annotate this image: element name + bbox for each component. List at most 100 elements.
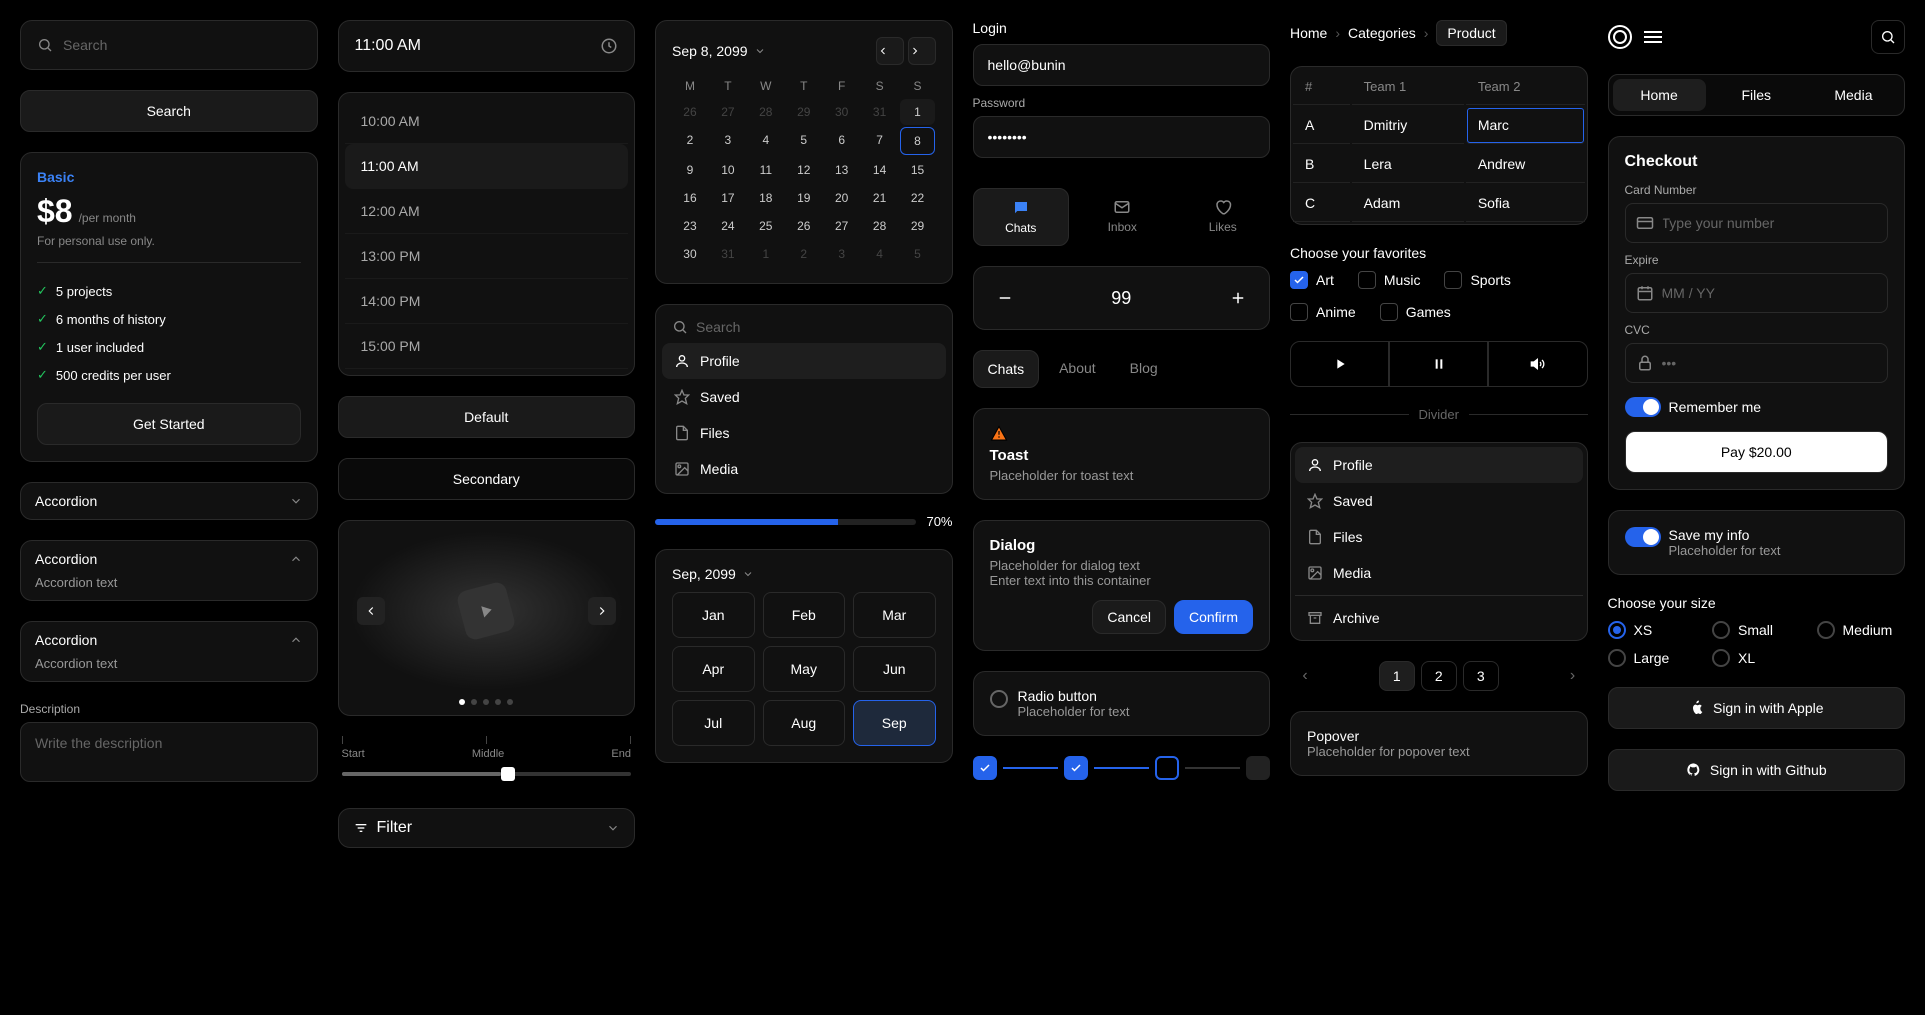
accordion-item[interactable]: Accordion bbox=[20, 482, 318, 520]
calendar-day[interactable]: 30 bbox=[672, 241, 708, 267]
calendar-day[interactable]: 31 bbox=[862, 99, 898, 125]
time-slot[interactable]: 14:00 PM bbox=[345, 279, 629, 324]
size-option[interactable]: Small bbox=[1712, 621, 1801, 639]
month-picker-label[interactable]: Sep, 2099 bbox=[672, 566, 936, 582]
calendar-day[interactable]: 28 bbox=[748, 99, 784, 125]
menu-item-archive[interactable]: Archive bbox=[1295, 600, 1583, 636]
calendar-day[interactable]: 2 bbox=[786, 241, 822, 267]
calendar-month-select[interactable]: Sep 8, 2099 bbox=[672, 43, 766, 59]
month-option[interactable]: Mar bbox=[853, 592, 936, 638]
calendar-day[interactable]: 23 bbox=[672, 213, 708, 239]
description-textarea[interactable] bbox=[20, 722, 318, 782]
calendar-day[interactable]: 10 bbox=[710, 157, 746, 183]
calendar-day[interactable]: 28 bbox=[862, 213, 898, 239]
menu-item-saved[interactable]: Saved bbox=[1295, 483, 1583, 519]
checkbox-option[interactable]: Anime bbox=[1290, 303, 1356, 321]
hamburger-icon[interactable] bbox=[1644, 31, 1662, 43]
calendar-day[interactable]: 14 bbox=[862, 157, 898, 183]
calendar-day[interactable]: 5 bbox=[900, 241, 936, 267]
calendar-day[interactable]: 31 bbox=[710, 241, 746, 267]
time-input[interactable]: 11:00 AM bbox=[338, 20, 636, 72]
slider-handle[interactable] bbox=[501, 767, 515, 781]
size-option[interactable]: XS bbox=[1608, 621, 1697, 639]
accordion-item[interactable]: Accordion Accordion text bbox=[20, 621, 318, 682]
calendar-prev[interactable] bbox=[876, 37, 904, 65]
month-option[interactable]: Jan bbox=[672, 592, 755, 638]
play-icon[interactable] bbox=[456, 580, 517, 641]
page-button[interactable]: 3 bbox=[1463, 661, 1499, 691]
radio-input[interactable] bbox=[1712, 649, 1730, 667]
carousel-prev[interactable] bbox=[357, 597, 385, 625]
volume-button[interactable] bbox=[1488, 341, 1587, 387]
menu-item-profile[interactable]: Profile bbox=[1295, 447, 1583, 483]
stepper-increase[interactable] bbox=[1223, 283, 1253, 313]
slider[interactable]: Start Middle End bbox=[338, 736, 636, 788]
radio-input[interactable] bbox=[990, 690, 1008, 708]
segment-home[interactable]: Home bbox=[1613, 79, 1706, 111]
table-row[interactable]: CAdamSofia bbox=[1293, 185, 1585, 222]
menu-item-files[interactable]: Files bbox=[662, 415, 946, 451]
size-option[interactable]: Large bbox=[1608, 649, 1697, 667]
month-option[interactable]: Jul bbox=[672, 700, 755, 746]
pagination-next[interactable]: › bbox=[1558, 661, 1588, 691]
calendar-day[interactable]: 4 bbox=[862, 241, 898, 267]
page-button[interactable]: 1 bbox=[1379, 661, 1415, 691]
calendar-day[interactable]: 1 bbox=[748, 241, 784, 267]
calendar-day[interactable]: 18 bbox=[748, 185, 784, 211]
size-option[interactable]: XL bbox=[1712, 649, 1801, 667]
month-option[interactable]: Aug bbox=[763, 700, 846, 746]
default-button[interactable]: Default bbox=[338, 396, 636, 438]
time-slot[interactable]: 13:00 PM bbox=[345, 234, 629, 279]
radio-input[interactable] bbox=[1608, 621, 1626, 639]
menu-item-media[interactable]: Media bbox=[662, 451, 946, 487]
calendar-day[interactable]: 29 bbox=[900, 213, 936, 239]
page-button[interactable]: 2 bbox=[1421, 661, 1457, 691]
email-input[interactable] bbox=[973, 44, 1271, 86]
filter-button[interactable]: Filter bbox=[338, 808, 636, 848]
checkbox-input[interactable] bbox=[1358, 271, 1376, 289]
tab-chats-pill[interactable]: Chats bbox=[973, 350, 1040, 388]
calendar-day[interactable]: 27 bbox=[824, 213, 860, 239]
calendar-day[interactable]: 1 bbox=[900, 99, 936, 125]
calendar-day[interactable]: 2 bbox=[672, 127, 708, 155]
calendar-next[interactable] bbox=[908, 37, 936, 65]
radio-input[interactable] bbox=[1712, 621, 1730, 639]
menu-item-media[interactable]: Media bbox=[1295, 555, 1583, 591]
carousel-next[interactable] bbox=[588, 597, 616, 625]
calendar-day[interactable]: 13 bbox=[824, 157, 860, 183]
radio-input[interactable] bbox=[1817, 621, 1835, 639]
table-row[interactable]: BLeraAndrew bbox=[1293, 146, 1585, 183]
segment-media[interactable]: Media bbox=[1807, 79, 1900, 111]
card-number-input[interactable] bbox=[1662, 215, 1878, 231]
pagination-prev[interactable]: ‹ bbox=[1290, 661, 1320, 691]
calendar-day[interactable]: 12 bbox=[786, 157, 822, 183]
get-started-button[interactable]: Get Started bbox=[37, 403, 301, 445]
carousel-dot[interactable] bbox=[483, 699, 489, 705]
table-row[interactable]: ADmitriyMarc bbox=[1293, 107, 1585, 144]
checkbox-input[interactable] bbox=[1290, 271, 1308, 289]
search-button[interactable]: Search bbox=[20, 90, 318, 132]
month-option[interactable]: Jun bbox=[853, 646, 936, 692]
calendar-day[interactable]: 3 bbox=[824, 241, 860, 267]
github-signin-button[interactable]: Sign in with Github bbox=[1608, 749, 1906, 791]
accordion-item[interactable]: Accordion Accordion text bbox=[20, 540, 318, 601]
search-input[interactable] bbox=[63, 37, 301, 53]
calendar-day[interactable]: 4 bbox=[748, 127, 784, 155]
calendar-day[interactable]: 29 bbox=[786, 99, 822, 125]
checkbox-input[interactable] bbox=[1290, 303, 1308, 321]
time-slot[interactable]: 15:00 PM bbox=[345, 324, 629, 369]
calendar-day[interactable]: 27 bbox=[710, 99, 746, 125]
play-button[interactable] bbox=[1290, 341, 1389, 387]
checkbox-input[interactable] bbox=[1444, 271, 1462, 289]
menu-item-saved[interactable]: Saved bbox=[662, 379, 946, 415]
remember-toggle[interactable] bbox=[1625, 397, 1661, 417]
breadcrumb-item[interactable]: Categories bbox=[1348, 25, 1416, 41]
carousel-dot[interactable] bbox=[495, 699, 501, 705]
calendar-day[interactable]: 17 bbox=[710, 185, 746, 211]
menu-item-profile[interactable]: Profile bbox=[662, 343, 946, 379]
calendar-day[interactable]: 24 bbox=[710, 213, 746, 239]
breadcrumb-item[interactable]: Home bbox=[1290, 25, 1327, 41]
calendar-day[interactable]: 8 bbox=[900, 127, 936, 155]
calendar-day[interactable]: 9 bbox=[672, 157, 708, 183]
time-slot[interactable]: 12:00 AM bbox=[345, 189, 629, 234]
